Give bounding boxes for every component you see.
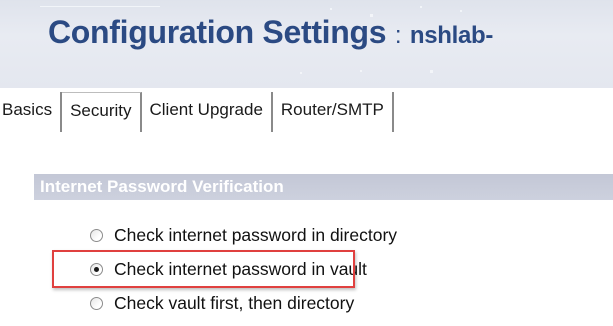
option-vault-then-directory[interactable]: Check vault first, then directory	[90, 290, 354, 316]
tab-bar: Basics Security Client Upgrade Router/SM…	[0, 92, 394, 132]
section-title: Internet Password Verification	[40, 177, 284, 196]
tab-router-smtp[interactable]: Router/SMTP	[272, 92, 394, 132]
tab-security[interactable]: Security	[62, 92, 142, 132]
section-header: Internet Password Verification	[34, 174, 613, 200]
page-title-text: Configuration Settings	[48, 14, 387, 50]
title-separator: :	[394, 22, 402, 49]
server-name: nshlab-	[409, 22, 494, 49]
tab-basics[interactable]: Basics	[0, 92, 63, 132]
radio-vault-then-directory[interactable]	[90, 296, 103, 310]
radio-directory[interactable]	[90, 228, 103, 242]
highlight-box	[52, 250, 355, 288]
option-directory[interactable]: Check internet password in directory	[90, 222, 397, 248]
page-title: Configuration Settings : nshlab-	[48, 14, 493, 51]
header-banner: Configuration Settings : nshlab-	[0, 0, 613, 88]
option-vault-then-directory-label: Check vault first, then directory	[114, 292, 355, 313]
configuration-settings-page: Configuration Settings : nshlab- Basics …	[0, 0, 613, 326]
tab-client-upgrade[interactable]: Client Upgrade	[141, 92, 273, 132]
option-directory-label: Check internet password in directory	[114, 224, 398, 245]
